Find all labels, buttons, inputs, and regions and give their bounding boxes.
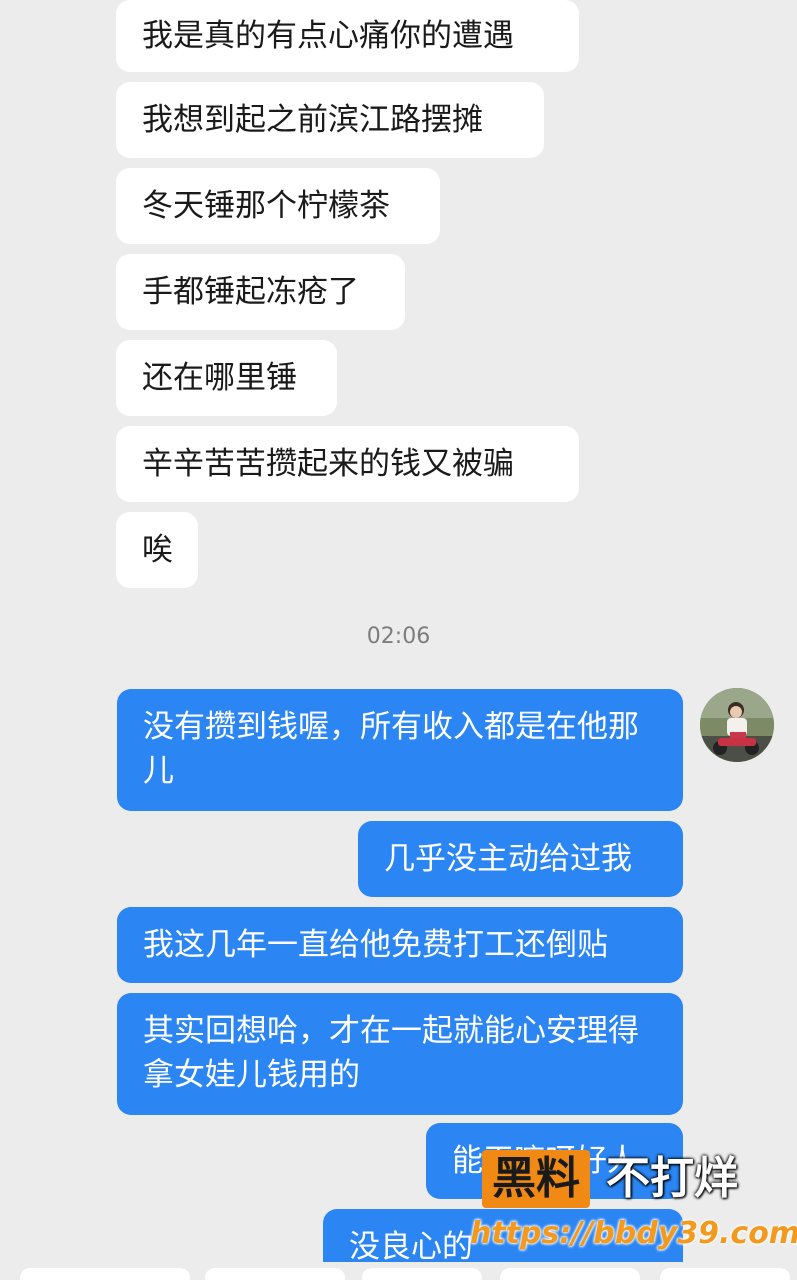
bottom-chip[interactable] <box>660 1268 790 1280</box>
chat-screen: 我是真的有点心痛你的遭遇 我想到起之前滨江路摆摊 冬天锤那个柠檬茶 手都锤起冻疮… <box>0 0 797 1280</box>
watermark-url: https://bbdy39.com <box>470 1216 797 1251</box>
watermark-right-text: 不打烊 <box>606 1153 738 1204</box>
incoming-message[interactable]: 冬天锤那个柠檬茶 <box>116 168 440 244</box>
bottom-chip[interactable] <box>20 1268 190 1280</box>
incoming-message[interactable]: 我是真的有点心痛你的遭遇 <box>116 0 579 72</box>
incoming-message[interactable]: 辛辛苦苦攒起来的钱又被骗 <box>116 426 579 502</box>
outgoing-message[interactable]: 几乎没主动给过我 <box>358 821 683 897</box>
bottom-chip[interactable] <box>205 1268 345 1280</box>
outgoing-message[interactable]: 没有攒到钱喔，所有收入都是在他那儿 <box>117 689 683 811</box>
bottom-chip[interactable] <box>362 1268 482 1280</box>
avatar-photo-icon <box>700 688 774 762</box>
message-timestamp: 02:06 <box>366 624 431 649</box>
avatar[interactable] <box>700 688 774 762</box>
outgoing-message[interactable]: 其实回想哈，才在一起就能心安理得拿女娃儿钱用的 <box>117 993 683 1115</box>
incoming-message[interactable]: 还在哪里锤 <box>116 340 337 416</box>
incoming-message[interactable]: 唉 <box>116 512 198 588</box>
bottom-chip[interactable] <box>500 1268 640 1280</box>
incoming-message[interactable]: 我想到起之前滨江路摆摊 <box>116 82 544 158</box>
incoming-message[interactable]: 手都锤起冻疮了 <box>116 254 405 330</box>
watermark-box-text: 黑料 <box>482 1150 590 1208</box>
outgoing-message[interactable]: 我这几年一直给他免费打工还倒贴 <box>117 907 683 983</box>
watermark-logo: 黑料 不打烊 https://bbdy39.com <box>470 1142 797 1260</box>
